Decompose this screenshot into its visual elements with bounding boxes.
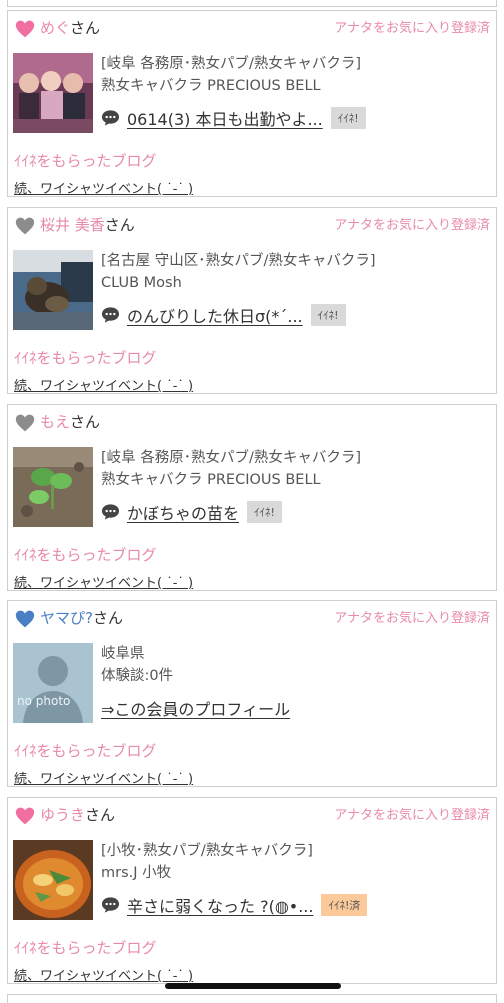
shop-name[interactable]: mrs.J 小牧 [101, 862, 313, 884]
honorific: さん [70, 413, 101, 431]
shop-area-genre: [小牧･熟女パブ/熟女キャバクラ] [101, 843, 313, 859]
review-count: 体験談:0件 [101, 668, 174, 684]
member-name-line[interactable]: ヤマぴ?さん [40, 607, 123, 629]
shop-name[interactable]: 熟女キャバクラ PRECIOUS BELL [101, 469, 361, 491]
member-name[interactable]: ゆうき [40, 806, 85, 824]
heart-icon [15, 217, 35, 235]
member-name-line[interactable]: もえさん [40, 411, 100, 433]
blog-title-link[interactable]: 0614(3) 本日も出勤やよ... [127, 106, 323, 130]
shop-info: [小牧･熟女パブ/熟女キャバクラ] mrs.J 小牧 [101, 840, 313, 884]
member-photo[interactable] [13, 53, 93, 133]
blog-title-link[interactable]: のんびりした休日σ(*´... [127, 303, 303, 327]
speech-bubble-icon [101, 110, 120, 126]
member-name-line[interactable]: ゆうきさん [40, 804, 115, 826]
latest-blog-row: 辛さに弱くなった ?(◍•... ｲｲﾈ!済 [101, 893, 368, 917]
favorite-status: アナタをお気に入り登録済 [334, 218, 490, 233]
honorific: さん [92, 609, 123, 627]
favorite-status: アナタをお気に入り登録済 [334, 808, 490, 823]
member-name[interactable]: めぐ [40, 19, 70, 37]
iine-button[interactable]: ｲｲﾈ! [330, 107, 366, 129]
heart-icon [15, 610, 35, 628]
member-info: 岐阜県 体験談:0件 [101, 643, 173, 687]
favorite-card-yamapi: ヤマぴ?さん アナタをお気に入り登録済 no photo 岐阜県 体験談:0件 … [7, 600, 497, 787]
heart-icon [15, 807, 35, 825]
iine-button[interactable]: ｲｲﾈ! [247, 501, 282, 523]
shop-name[interactable]: CLUB Mosh [101, 272, 376, 294]
liked-blog-link[interactable]: 続、ワイシャツイベント( ˙-˙ ) [14, 572, 193, 591]
favorite-card-sakurai-mika: 桜井 美香さん アナタをお気に入り登録済 [名古屋 守山区･熟女パブ/熟女キャバ… [7, 207, 497, 394]
honorific: さん [104, 216, 135, 234]
favorite-status: アナタをお気に入り登録済 [334, 611, 490, 626]
blog-title-link[interactable]: かぼちゃの苗を [127, 500, 239, 524]
member-name[interactable]: 桜井 美香 [40, 216, 105, 234]
shop-info: [名古屋 守山区･熟女パブ/熟女キャバクラ] CLUB Mosh [101, 250, 376, 294]
speech-bubble-icon [101, 307, 120, 323]
home-indicator[interactable] [165, 983, 341, 989]
shop-name[interactable]: 熟女キャバクラ PRECIOUS BELL [101, 75, 361, 97]
member-photo[interactable] [13, 447, 93, 527]
speech-bubble-icon [101, 897, 120, 913]
favorite-status: アナタをお気に入り登録済 [334, 21, 490, 36]
favorite-card-yuki: ゆうきさん アナタをお気に入り登録済 [小牧･熟女パブ/熟女キャバクラ] mrs… [7, 797, 497, 984]
shop-area-genre: [名古屋 守山区･熟女パブ/熟女キャバクラ] [101, 253, 376, 269]
shop-area-genre: [岐阜 各務原･熟女パブ/熟女キャバクラ] [101, 56, 362, 72]
member-name[interactable]: ヤマぴ? [40, 609, 93, 627]
latest-blog-row: 0614(3) 本日も出勤やよ... ｲｲﾈ! [101, 106, 366, 130]
previous-card-edge [7, 0, 497, 7]
member-area: 岐阜県 [101, 646, 145, 662]
shop-area-genre: [岐阜 各務原･熟女パブ/熟女キャバクラ] [101, 450, 362, 466]
liked-blog-link[interactable]: 続、ワイシャツイベント( ˙-˙ ) [14, 965, 193, 984]
member-name-line[interactable]: 桜井 美香さん [40, 214, 135, 236]
iine-done-badge[interactable]: ｲｲﾈ!済 [321, 894, 368, 916]
shop-info: [岐阜 各務原･熟女パブ/熟女キャバクラ] 熟女キャバクラ PRECIOUS B… [101, 447, 361, 491]
liked-blog-label: ｲｲﾈをもらったブログ [14, 546, 157, 564]
latest-blog-row: かぼちゃの苗を ｲｲﾈ! [101, 500, 282, 524]
liked-blog-label: ｲｲﾈをもらったブログ [14, 939, 157, 957]
liked-blog-link[interactable]: 続、ワイシャツイベント( ˙-˙ ) [14, 178, 193, 197]
member-photo[interactable] [13, 840, 93, 920]
liked-blog-link[interactable]: 続、ワイシャツイベント( ˙-˙ ) [14, 768, 193, 787]
heart-icon [15, 20, 35, 38]
member-name[interactable]: もえ [40, 413, 70, 431]
shop-info: [岐阜 各務原･熟女パブ/熟女キャバクラ] 熟女キャバクラ PRECIOUS B… [101, 53, 361, 97]
heart-icon [15, 414, 35, 432]
liked-blog-label: ｲｲﾈをもらったブログ [14, 349, 157, 367]
favorite-card-moe: もえさん [岐阜 各務原･熟女パブ/熟女キャバクラ] 熟女キャバクラ PRECI… [7, 404, 497, 591]
latest-blog-row: のんびりした休日σ(*´... ｲｲﾈ! [101, 303, 346, 327]
liked-blog-link[interactable]: 続、ワイシャツイベント( ˙-˙ ) [14, 375, 193, 394]
member-profile-link[interactable]: ⇒この会員のプロフィール [101, 696, 290, 720]
honorific: さん [70, 19, 101, 37]
blog-title-link[interactable]: 辛さに弱くなった ?(◍•... [127, 893, 313, 917]
liked-blog-label: ｲｲﾈをもらったブログ [14, 742, 157, 760]
no-photo-label: no photo [17, 694, 70, 708]
no-photo-avatar: no photo [13, 643, 93, 723]
honorific: さん [85, 806, 116, 824]
iine-button[interactable]: ｲｲﾈ! [310, 304, 346, 326]
member-name-line[interactable]: めぐさん [40, 17, 100, 39]
speech-bubble-icon [101, 504, 120, 520]
member-photo[interactable] [13, 250, 93, 330]
favorite-card-megu: めぐさん アナタをお気に入り登録済 [岐阜 各務原･熟女パブ/熟女キャバクラ] … [7, 10, 497, 197]
liked-blog-label: ｲｲﾈをもらったブログ [14, 152, 157, 170]
